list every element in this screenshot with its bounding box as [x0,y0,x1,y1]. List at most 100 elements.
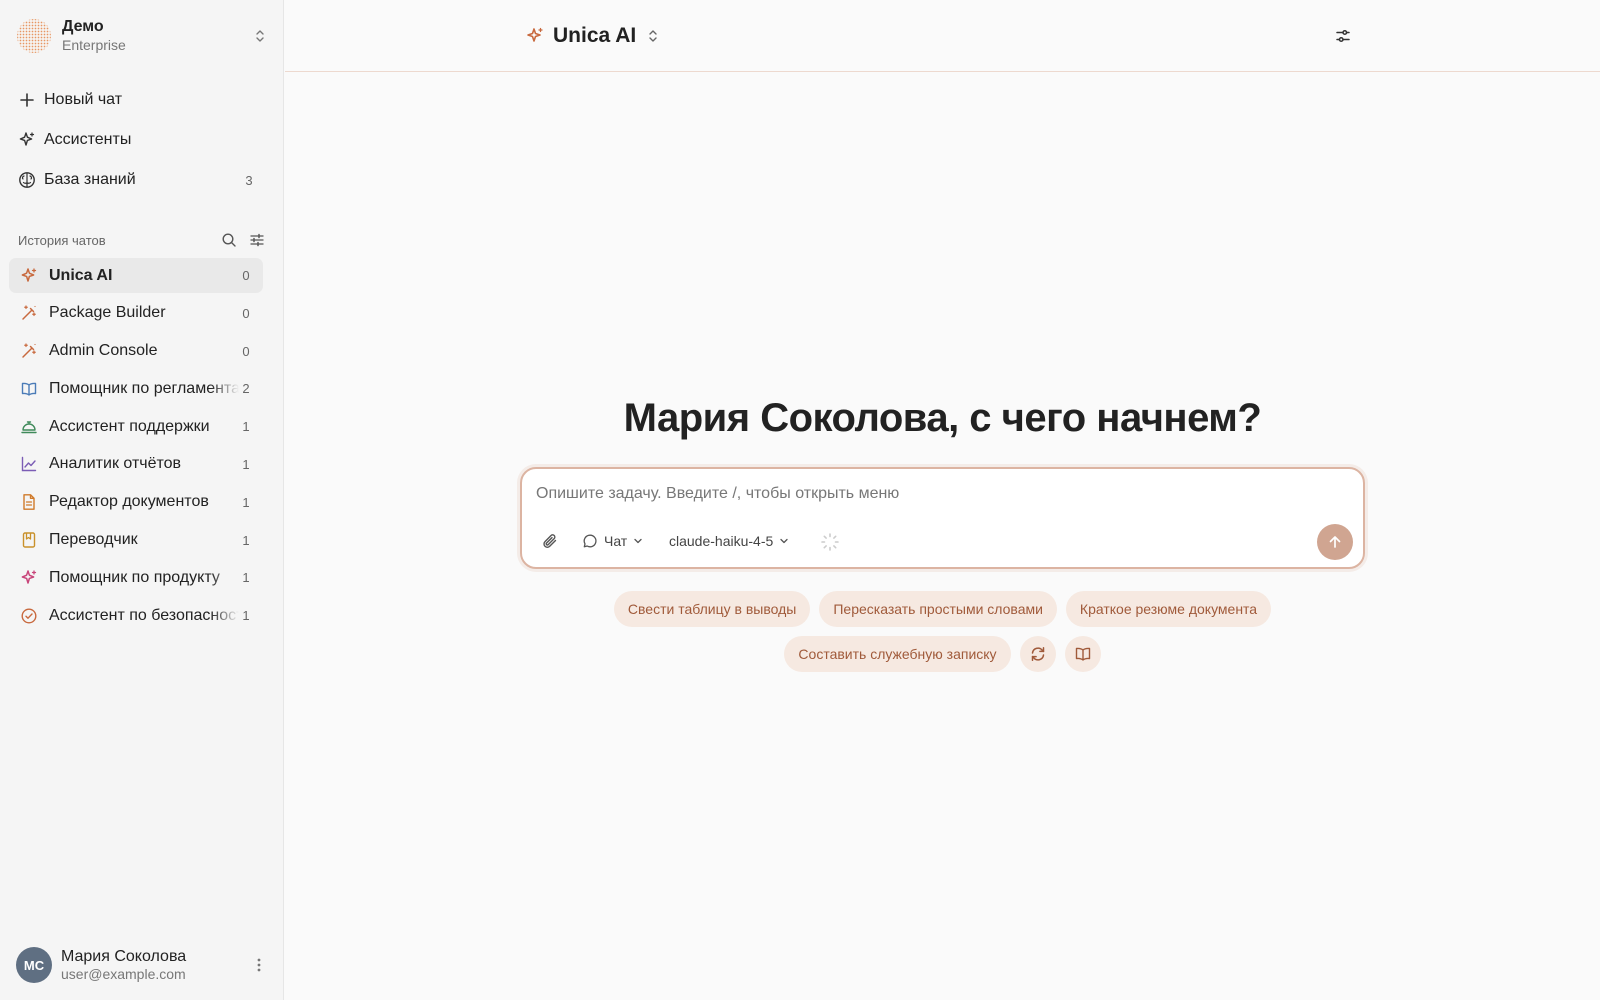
search-icon [222,233,236,247]
sparkles-icon [20,267,38,285]
chevron-down-icon [634,538,642,544]
chat-history-item-count: 1 [242,570,250,586]
chat-history-item[interactable]: Ассистент поддержки 1 [9,409,263,444]
refresh-suggestions-button[interactable] [1019,636,1056,672]
workspace-name: Демо [62,18,104,35]
send-button[interactable] [1317,524,1353,560]
sparkles-icon [527,27,543,42]
chat-history-item[interactable]: Package Builder 0 [9,296,263,331]
chat-history-item[interactable]: Admin Console 0 [9,334,263,369]
new-chat-button[interactable]: Новый чат [10,80,264,120]
filter-chats-button[interactable] [248,231,266,249]
suggestions-row: Составить служебную записку [520,636,1365,672]
knowledge-base-label: База знаний [44,171,136,188]
mode-selector[interactable]: Чат [582,531,643,551]
chevrons-up-down-icon [256,30,264,42]
sliders-icon [250,233,264,247]
chat-history-item[interactable]: Переводчик 1 [9,523,263,558]
new-chat-label: Новый чат [44,91,123,108]
user-menu-button[interactable] [250,954,268,976]
concierge-bell-icon [20,418,38,436]
chat-history-header: История чатов [18,230,266,250]
refresh-icon [1031,647,1044,661]
workspace-plan: Enterprise [62,37,126,53]
user-name: Мария Соколова [61,947,187,965]
mode-label: Чат [604,533,628,549]
suggestion-chip[interactable]: Свести таблицу в выводы [613,591,811,627]
chevrons-up-down-icon [649,30,657,42]
sidebar: Демо Enterprise Новый чат Ассистенты Баз… [0,0,284,1000]
plus-icon [18,91,36,109]
chat-history-title: История чатов [18,232,106,248]
chat-history-item-label: Ассистент поддержки [49,417,210,435]
sparkles-icon [20,569,38,587]
chat-history-item-label: Переводчик [49,531,138,549]
chat-settings-button[interactable] [1332,25,1354,47]
sidebar-item-assistants[interactable]: Ассистенты [10,120,264,160]
workspace-switcher[interactable]: Демо Enterprise [16,16,268,56]
book-open-icon [1075,647,1090,661]
brain-icon [18,171,36,189]
book-icon [20,531,38,549]
sparkles-icon [18,131,36,149]
chat-history-item-label: Аналитик отчётов [49,455,182,473]
assistants-label: Ассистенты [44,131,132,148]
workspace-logo [17,19,51,53]
chat-history-item-count: 1 [242,456,250,472]
suggestion-chip[interactable]: Пересказать простыми словами [819,591,1057,627]
sidebar-item-knowledge-base[interactable]: База знаний 3 [10,160,264,200]
chat-history-list: Unica AI 0 Package Builder 0 Admin Console 0 П… [9,258,263,636]
model-selector[interactable]: claude-haiku-4-5 [669,531,789,551]
line-chart-icon [20,455,38,473]
message-circle-icon [583,534,597,548]
magic-wand-icon [20,342,38,360]
chat-history-item[interactable]: Ассистент по безопасности 1 [9,598,263,633]
chat-history-item-count: 0 [242,305,250,321]
chat-history-item-count: 0 [242,268,250,283]
search-chats-button[interactable] [220,231,238,249]
attach-button[interactable] [540,531,560,551]
loading-spinner-icon [821,533,839,551]
arrow-up-icon [1329,536,1341,548]
more-vertical-icon [257,958,261,972]
chevron-down-icon [780,538,788,544]
suggestion-chip[interactable]: Составить служебную записку [784,636,1011,672]
chat-history-item-count: 1 [242,532,250,548]
chat-history-item-label: Редактор документов [49,493,209,511]
user-email: user@example.com [61,965,186,982]
chat-history-item-label: Admin Console [49,342,158,360]
greeting-heading: Мария Соколова, с чего начнем? [623,396,1262,440]
chat-history-item-label: Помощник по регламентам [49,379,239,397]
assistant-title: Unica AI [553,24,637,47]
magic-wand-icon [20,304,38,322]
chat-history-item[interactable]: Редактор документов 1 [9,485,263,520]
chat-history-item[interactable]: Помощник по продукту 1 [9,560,263,595]
assistant-switcher[interactable]: Unica AI [525,20,660,52]
chat-history-item-count: 2 [242,381,250,397]
suggestion-chip[interactable]: Краткое резюме документа [1065,591,1272,627]
suggestions-row: Свести таблицу в выводы Пересказать прос… [520,591,1365,627]
chat-history-item[interactable]: Unica AI 0 [9,258,263,293]
chat-history-item-count: 0 [242,343,250,359]
top-bar: Unica AI [285,0,1600,72]
prompt-library-button[interactable] [1064,636,1101,672]
sidebar-nav: Новый чат Ассистенты База знаний 3 [10,80,264,200]
message-composer: Чат claude-haiku-4-5 [520,467,1365,569]
chat-history-item[interactable]: Помощник по регламентам 2 [9,371,263,406]
book-open-icon [20,380,38,398]
chat-history-item[interactable]: Аналитик отчётов 1 [9,447,263,482]
settings-sliders-icon [1336,29,1350,43]
knowledge-base-count: 3 [245,172,253,188]
chat-history-item-label: Unica AI [49,266,113,284]
chat-history-item-label: Ассистент по безопасности [49,606,239,624]
suggestions: Свести таблицу в выводы Пересказать прос… [520,591,1365,681]
prompt-input[interactable] [536,481,1316,507]
chat-history-item-count: 1 [242,608,250,624]
user-profile[interactable]: МС Мария Соколова user@example.com [16,946,268,984]
chat-history-item-count: 1 [242,494,250,510]
chat-history-item-count: 1 [242,419,250,435]
model-label: claude-haiku-4-5 [669,533,774,549]
chat-history-item-label: Package Builder [49,304,166,322]
check-circle-icon [20,607,38,625]
avatar: МС [16,947,52,983]
